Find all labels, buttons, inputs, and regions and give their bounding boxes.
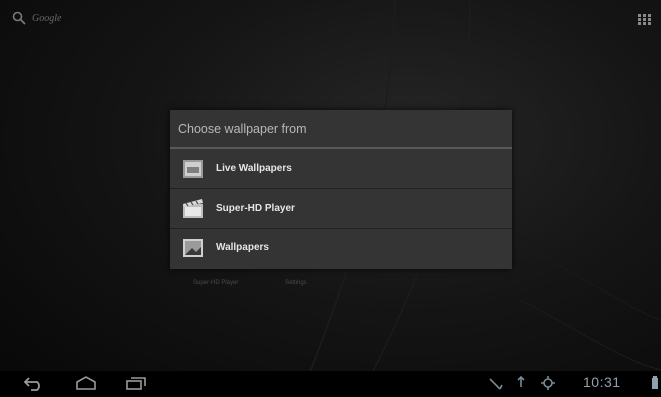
background-label: Super-HD Player	[193, 280, 239, 286]
dialog-title: Choose wallpaper from	[178, 122, 307, 136]
option-label: Super-HD Player	[216, 203, 295, 214]
system-bar: 10:31	[0, 371, 661, 397]
option-label: Live Wallpapers	[216, 163, 292, 174]
clock: 10:31	[583, 374, 621, 390]
option-wallpapers[interactable]: Wallpapers	[170, 229, 512, 266]
search-label: Google	[32, 12, 62, 24]
recent-apps-icon[interactable]	[124, 375, 148, 391]
android-home-screen: Google Super-HD Player Settings Choose w…	[0, 0, 661, 397]
notification-icon	[517, 375, 525, 387]
signal-icon	[541, 376, 555, 390]
live-wallpapers-icon	[183, 159, 203, 178]
option-label: Wallpapers	[216, 242, 269, 253]
google-search-bar[interactable]: Google	[12, 11, 61, 25]
title-divider	[170, 147, 512, 149]
apps-grid-icon[interactable]	[638, 14, 651, 25]
usb-icon	[489, 378, 503, 390]
back-icon[interactable]	[22, 375, 46, 391]
option-divider	[170, 188, 512, 189]
wallpapers-icon	[183, 238, 203, 257]
choose-wallpaper-dialog: Choose wallpaper from Live Wallpapers Su…	[170, 110, 512, 269]
home-icon[interactable]	[74, 375, 98, 391]
background-label: Settings	[285, 280, 307, 286]
option-live-wallpapers[interactable]: Live Wallpapers	[170, 150, 512, 187]
top-bar: Google	[0, 0, 661, 40]
option-super-hd-player[interactable]: Super-HD Player	[170, 190, 512, 227]
search-icon	[12, 11, 26, 25]
battery-icon	[652, 376, 658, 389]
super-hd-player-icon	[183, 198, 203, 218]
